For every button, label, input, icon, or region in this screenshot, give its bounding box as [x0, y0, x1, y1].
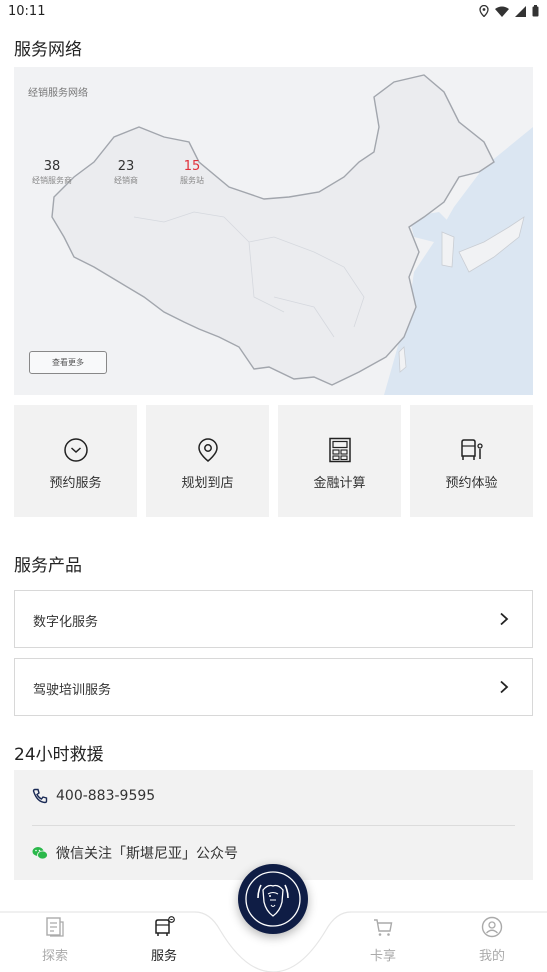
list-item-label: 数字化服务: [33, 615, 99, 630]
rescue-phone[interactable]: 400-883-9595: [56, 788, 155, 804]
list-item-digital-service[interactable]: 数字化服务: [14, 590, 533, 648]
tab-label: 服务: [150, 949, 177, 964]
stat-label: 服务站: [180, 176, 204, 185]
stat-label: 经销商: [114, 176, 138, 185]
status-bar: 10:11: [0, 0, 547, 24]
stat-service-station: 15 服务站: [162, 159, 222, 186]
chevron-right-icon: [500, 680, 509, 694]
tab-explore[interactable]: 探索: [20, 912, 90, 972]
stat-value: 38: [43, 159, 61, 174]
tab-card-share[interactable]: 卡享: [348, 912, 418, 972]
tile-label: 金融计算: [313, 476, 366, 491]
wifi-icon: [495, 6, 509, 17]
network-title: 服务网络: [14, 40, 82, 60]
plan-visit-button[interactable]: 规划到店: [146, 405, 269, 517]
rescue-wechat: 微信关注「斯堪尼亚」公众号: [56, 846, 238, 862]
list-item-label: 驾驶培训服务: [33, 683, 112, 698]
map-caption: 经销服务网络: [28, 88, 88, 99]
signal-icon: [515, 5, 526, 17]
battery-icon: [532, 5, 539, 17]
truck-driver-icon: [461, 439, 483, 460]
quick-actions: 预约服务 规划到店 金融计算 预约体验: [14, 405, 533, 517]
rescue-title: 24小时救援: [14, 745, 104, 765]
tile-label: 规划到店: [181, 476, 234, 491]
status-icons: [479, 5, 539, 17]
scania-griffin-logo: [245, 871, 301, 927]
location-icon: [479, 5, 489, 17]
stat-value: 23: [117, 159, 135, 174]
finance-calculator-button[interactable]: 金融计算: [278, 405, 401, 517]
tab-service[interactable]: 服务: [129, 912, 199, 972]
china-map: [14, 67, 533, 395]
chevron-right-icon: [500, 612, 509, 626]
status-time: 10:11: [8, 4, 46, 19]
location-pin-icon: [198, 438, 218, 462]
service-truck-icon: [155, 916, 175, 936]
rescue-wechat-row[interactable]: 微信关注「斯堪尼亚」公众号: [32, 843, 238, 863]
cart-icon: [374, 919, 393, 936]
tab-profile[interactable]: 我的: [457, 912, 527, 972]
tab-label: 探索: [41, 949, 68, 964]
book-test-drive-button[interactable]: 预约体验: [410, 405, 533, 517]
phone-icon: [32, 788, 48, 804]
stat-dealer-service: 38 经销服务商: [22, 159, 82, 186]
calculator-icon: [329, 437, 351, 463]
stat-value: 15: [183, 159, 201, 174]
divider: [32, 825, 515, 826]
list-item-driver-training[interactable]: 驾驶培训服务: [14, 658, 533, 716]
tile-label: 预约服务: [49, 476, 102, 491]
products-title: 服务产品: [14, 556, 82, 576]
scania-logo-button[interactable]: [238, 864, 308, 934]
view-more-button[interactable]: 查看更多: [29, 351, 107, 374]
stat-dealer: 23 经销商: [96, 159, 156, 186]
explore-icon: [46, 917, 64, 937]
wechat-icon: [32, 847, 48, 860]
tab-label: 卡享: [369, 949, 396, 964]
stat-label: 经销服务商: [32, 176, 72, 185]
clock-icon: [64, 438, 88, 462]
book-service-button[interactable]: 预约服务: [14, 405, 137, 517]
tile-label: 预约体验: [445, 476, 498, 491]
service-network-map[interactable]: 经销服务网络 38 经销服务商 23 经销商 15 服务站 查看更多: [14, 67, 533, 395]
profile-icon: [481, 916, 503, 938]
rescue-phone-row[interactable]: 400-883-9595: [32, 788, 155, 804]
tab-label: 我的: [478, 949, 505, 964]
